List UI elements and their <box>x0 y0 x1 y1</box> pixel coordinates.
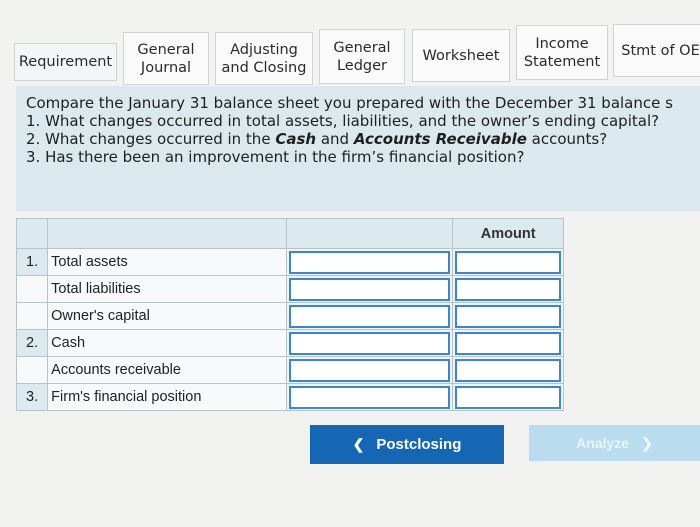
row-label: Firm's financial position <box>47 383 288 411</box>
total-liabilities-amount-input[interactable] <box>455 277 561 301</box>
table-row: Owner's capital <box>15 302 564 330</box>
table-row: 2. Cash <box>15 329 564 357</box>
postclosing-label: Postclosing <box>376 436 462 453</box>
tab-worksheet[interactable]: Worksheet <box>412 29 510 82</box>
accounts-receivable-change-input[interactable] <box>289 358 451 382</box>
tab-label: Requirement <box>18 54 113 70</box>
row-number <box>15 275 49 303</box>
header-blank <box>15 218 49 249</box>
financial-position-amount-input[interactable] <box>455 385 561 409</box>
row-label: Total assets <box>47 248 288 276</box>
financial-position-input[interactable] <box>289 385 451 409</box>
row-label: Accounts receivable <box>47 356 288 384</box>
tab-label-line2: Ledger <box>336 57 388 74</box>
owners-capital-change-input[interactable] <box>289 304 451 328</box>
tab-label: Worksheet <box>422 47 500 64</box>
tab-label-line1: General <box>137 41 195 58</box>
tab-requirement[interactable]: Requirement <box>14 43 117 81</box>
tab-label: Stmt of OE <box>621 42 700 59</box>
tab-general-journal[interactable]: General Journal <box>123 32 209 85</box>
table-row: 3. Firm's financial position <box>15 383 564 411</box>
row-label: Total liabilities <box>47 275 288 303</box>
tab-adjusting-and-closing[interactable]: Adjusting and Closing <box>215 32 313 85</box>
question-2-and: and <box>316 130 354 148</box>
chevron-right-icon: ❯ <box>641 434 653 451</box>
question-2-end: accounts? <box>526 130 608 148</box>
accounts-receivable-emphasis: Accounts Receivable <box>353 130 527 148</box>
answer-table: Amount 1. Total assets Total liabilities… <box>15 218 564 411</box>
question-2-start: 2. What changes occurred in the <box>26 130 276 148</box>
accounts-receivable-amount-input[interactable] <box>455 358 561 382</box>
tab-general-ledger[interactable]: General Ledger <box>319 29 405 84</box>
tab-label-line2: and Closing <box>221 59 307 76</box>
cash-amount-input[interactable] <box>455 331 561 355</box>
table-header-row: Amount <box>15 218 564 249</box>
total-assets-amount-input[interactable] <box>455 250 561 274</box>
question-3: 3. Has there been an improvement in the … <box>26 148 525 166</box>
row-label: Cash <box>47 329 288 357</box>
header-blank <box>286 218 454 249</box>
tab-income-statement[interactable]: Income Statement <box>516 25 608 80</box>
table-row: Accounts receivable <box>15 356 564 384</box>
analyze-label: Analyze <box>576 435 630 451</box>
cash-emphasis: Cash <box>275 130 317 148</box>
question-2: 2. What changes occurred in the Cash and… <box>26 130 700 148</box>
row-number <box>15 356 49 384</box>
row-number: 3. <box>15 383 49 411</box>
tab-label-line1: Income <box>535 35 589 52</box>
tab-stmt-of-oe[interactable]: Stmt of OE <box>613 24 700 77</box>
analyze-button[interactable]: Analyze ❯ <box>529 425 700 461</box>
row-label: Owner's capital <box>47 302 288 330</box>
owners-capital-amount-input[interactable] <box>455 304 561 328</box>
row-number <box>15 302 49 330</box>
table-row: 1. Total assets <box>15 248 564 276</box>
tab-label-line1: Adjusting <box>230 41 298 58</box>
question-panel: Compare the January 31 balance sheet you… <box>16 86 700 211</box>
tab-label-line2: Statement <box>523 53 601 70</box>
question-1: 1. What changes occurred in total assets… <box>26 112 660 130</box>
cash-change-input[interactable] <box>289 331 451 355</box>
tab-label-line1: General <box>333 39 391 56</box>
row-number: 1. <box>15 248 49 276</box>
total-liabilities-change-input[interactable] <box>289 277 451 301</box>
header-blank <box>47 218 288 249</box>
total-assets-change-input[interactable] <box>289 250 451 274</box>
postclosing-button[interactable]: ❮ Postclosing <box>310 425 504 464</box>
table-row: Total liabilities <box>15 275 564 303</box>
amount-header: Amount <box>452 218 564 249</box>
question-intro: Compare the January 31 balance sheet you… <box>26 94 673 112</box>
chevron-left-icon: ❮ <box>352 436 365 452</box>
tab-label-line2: Journal <box>140 59 192 76</box>
row-number: 2. <box>15 329 49 357</box>
tab-bar: Requirement General Journal Adjusting an… <box>0 0 700 90</box>
